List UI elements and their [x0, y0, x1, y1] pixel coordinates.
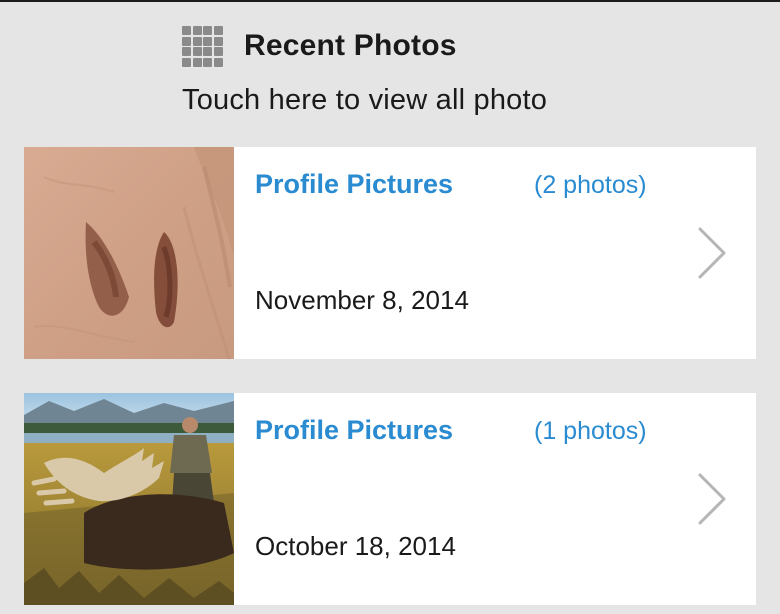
album-photo-count: (2 photos) — [534, 171, 647, 199]
album-date: November 8, 2014 — [255, 285, 469, 315]
grid-icon — [182, 26, 223, 67]
album-title: Profile Pictures — [255, 415, 454, 445]
chevron-right-icon[interactable] — [694, 471, 734, 527]
page-title: Recent Photos — [244, 29, 457, 62]
album-card[interactable]: Profile Pictures (2 photos) November 8, … — [24, 147, 756, 359]
album-card[interactable]: Profile Pictures (1 photos) October 18, … — [24, 393, 756, 605]
album-thumbnail — [24, 393, 234, 605]
top-divider — [0, 0, 780, 2]
album-thumbnail — [24, 147, 234, 359]
album-date: October 18, 2014 — [255, 531, 456, 561]
view-all-photos-link[interactable]: Touch here to view all photo — [182, 84, 547, 117]
album-photo-count: (1 photos) — [534, 417, 647, 445]
recent-photos-header: Recent Photos — [182, 24, 457, 68]
album-title: Profile Pictures — [255, 169, 454, 199]
chevron-right-icon[interactable] — [694, 225, 734, 281]
